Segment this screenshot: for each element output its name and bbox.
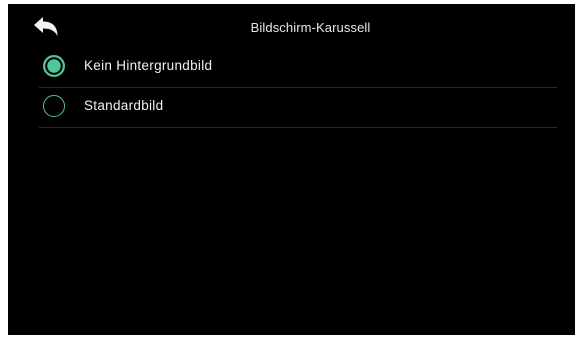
carousel-settings-screen: Bildschirm-Karussell Kein Hintergrundbil… [8, 4, 575, 335]
option-label: Standardbild [84, 98, 164, 113]
page-title: Bildschirm-Karussell [250, 20, 371, 35]
option-default-image[interactable]: Standardbild [39, 88, 557, 128]
option-label: Kein Hintergrundbild [84, 58, 213, 73]
option-no-wallpaper[interactable]: Kein Hintergrundbild [39, 48, 557, 88]
header: Bildschirm-Karussell [8, 4, 575, 54]
radio-button-selected[interactable] [43, 55, 65, 77]
wallpaper-options-list: Kein Hintergrundbild Standardbild [39, 48, 557, 128]
radio-button-unselected[interactable] [43, 95, 65, 117]
